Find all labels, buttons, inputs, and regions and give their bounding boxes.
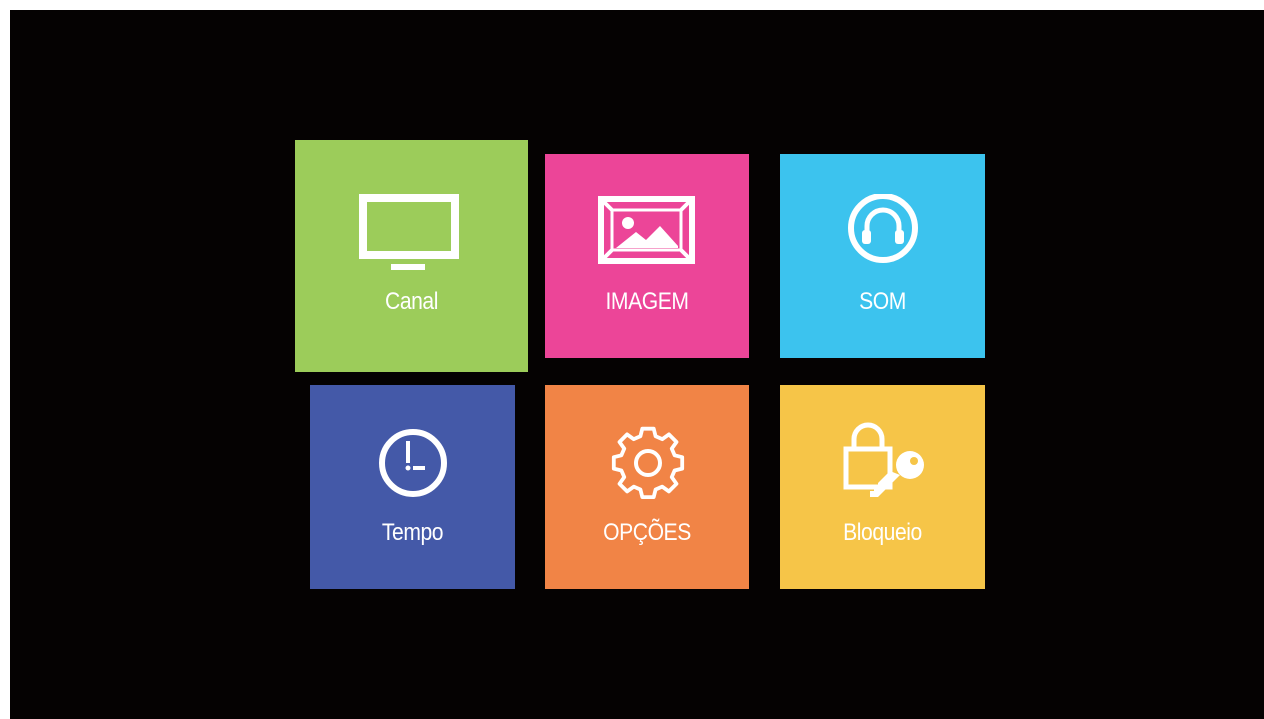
tv-icon <box>359 194 459 270</box>
tile-canal-label: Canal <box>385 288 438 315</box>
tile-imagem-label: IMAGEM <box>605 288 689 315</box>
tile-som-label: SOM <box>859 288 906 315</box>
tile-som[interactable]: SOM <box>780 154 985 358</box>
headphones-icon <box>848 194 918 263</box>
tile-imagem[interactable]: IMAGEM <box>545 154 749 358</box>
tile-bloqueio-label: Bloqueio <box>843 519 922 546</box>
tile-bloqueio[interactable]: Bloqueio <box>780 385 985 589</box>
tile-canal[interactable]: Canal <box>295 140 528 372</box>
image-icon <box>598 196 695 264</box>
lock-key-icon <box>843 422 924 497</box>
tile-opcoes-label: OPÇÕES <box>603 519 691 546</box>
clock-icon <box>379 429 447 497</box>
tile-tempo-label: Tempo <box>381 519 444 546</box>
tv-menu-screen: Canal IMAGEM SOM Tempo OPÇÕES Bloqueio <box>10 10 1264 719</box>
tile-opcoes[interactable]: OPÇÕES <box>545 385 749 589</box>
tile-tempo[interactable]: Tempo <box>310 385 515 589</box>
gear-icon <box>611 426 685 500</box>
